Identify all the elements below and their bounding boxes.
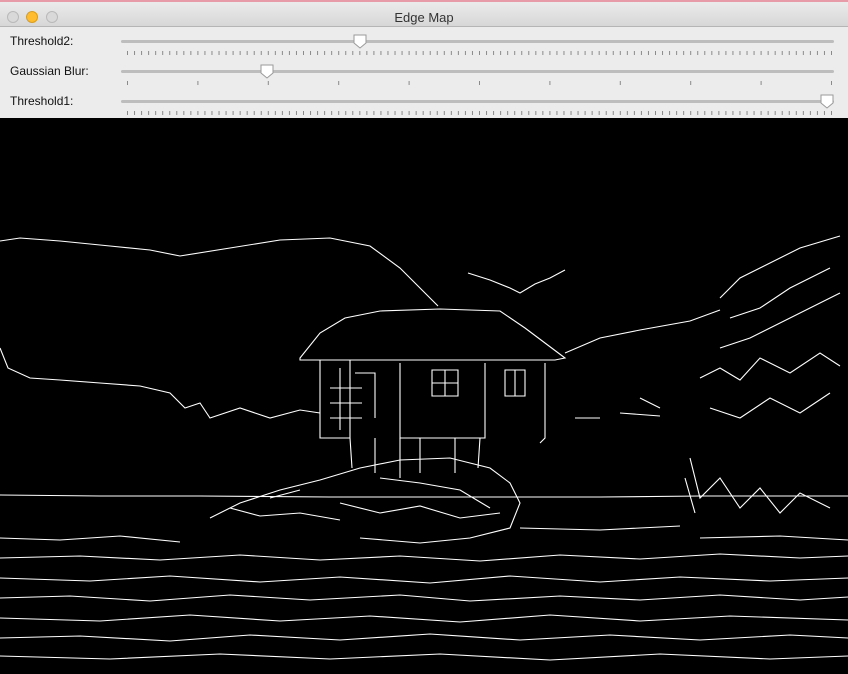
edge-map-image [0, 118, 848, 669]
slider-thumb[interactable] [819, 93, 835, 109]
slider-row-gaussian-blur: Gaussian Blur: [0, 57, 848, 87]
slider-thumb[interactable] [352, 33, 368, 49]
slider-ticks [127, 81, 832, 85]
slider-label: Gaussian Blur: [10, 64, 89, 78]
slider-label: Threshold2: [10, 34, 74, 48]
slider-track[interactable] [121, 40, 834, 43]
slider-ticks [127, 51, 832, 55]
window-title: Edge Map [394, 10, 454, 25]
slider-row-threshold1: Threshold1: [0, 87, 848, 117]
slider-panel: Threshold2: Gaussian Blur: Threshold1: [0, 27, 848, 118]
slider-label: Threshold1: [10, 94, 74, 108]
slider-track[interactable] [121, 100, 834, 103]
edge-map-drawing [0, 235, 848, 661]
slider-ticks [127, 111, 832, 115]
slider-row-threshold2: Threshold2: [0, 27, 848, 57]
title-bar: Edge Map [0, 0, 848, 27]
slider-track[interactable] [121, 70, 834, 73]
slider-thumb[interactable] [259, 63, 275, 79]
